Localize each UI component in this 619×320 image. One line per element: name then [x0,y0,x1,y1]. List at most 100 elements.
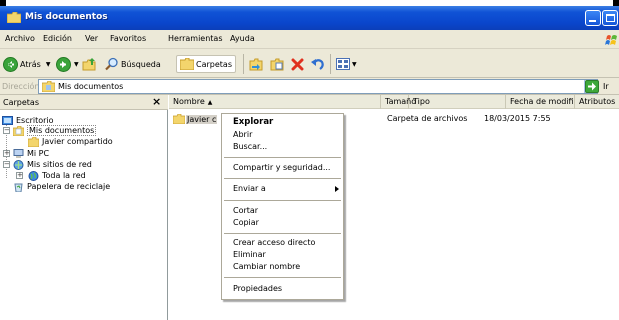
context-item-abrir[interactable]: Abrir [222,130,343,142]
tree-label: Javier compartido [42,137,113,146]
tree-label: Toda la red [42,171,86,180]
context-item-compartir[interactable]: Compartir y seguridad... [222,163,343,175]
address-label: Dirección [2,82,40,91]
windows-logo-icon [605,35,617,45]
maximize-button[interactable] [602,10,618,26]
tree-item-mis-sitios-de-red[interactable]: Mis sitios de red [13,159,92,170]
recycle-bin-icon [14,183,23,192]
menu-ayuda[interactable]: Ayuda [230,34,255,43]
address-value: Mis documentos [58,82,124,91]
window-title: Mis documentos [25,12,108,22]
column-header-fecha[interactable]: Fecha de modificación [506,95,575,109]
context-item-cortar[interactable]: Cortar [222,206,343,218]
menu-herramientas[interactable]: Herramientas [168,34,223,43]
toolbar: Atrás ▼ ▼ Búsqueda Carpetas ▼ [0,49,619,78]
documents-folder-icon [13,125,24,136]
forward-arrow-icon [56,56,71,72]
tree-label: Escritorio [16,116,54,125]
context-item-buscar[interactable]: Buscar... [222,142,343,154]
folder-icon [7,12,21,23]
menu-favoritos[interactable]: Favoritos [110,34,146,43]
undo-icon [311,58,324,70]
folders-icon [180,58,194,70]
back-dropdown-icon[interactable]: ▼ [46,61,51,68]
menu-separator [224,157,341,158]
file-name-cell[interactable]: Javier c [173,114,218,124]
context-item-eliminar[interactable]: Eliminar [222,250,343,262]
search-button[interactable]: Búsqueda [105,55,161,73]
menu-bar: Archivo Edición Ver Favoritos Herramient… [0,30,619,49]
maximize-icon [606,14,615,22]
menu-archivo[interactable]: Archivo [5,34,35,43]
column-label: Tipo [413,97,430,106]
forward-dropdown-icon[interactable]: ▼ [74,61,79,68]
menu-edicion[interactable]: Edición [43,34,72,43]
copy-to-icon [270,58,284,71]
submenu-arrow-icon [335,186,339,192]
column-header-tipo[interactable]: Tipo [409,95,506,109]
search-icon [105,57,118,71]
views-button[interactable]: ▼ [336,55,357,73]
copy-to-button[interactable] [270,55,285,73]
tree-label: Mis sitios de red [27,160,92,169]
folder-up-icon [82,57,96,70]
context-item-propiedades[interactable]: Propiedades [222,284,343,296]
delete-button[interactable] [291,55,304,73]
expand-toggle[interactable]: + [3,150,10,157]
toolbar-separator [330,54,331,74]
context-item-copiar[interactable]: Copiar [222,218,343,230]
column-header-tamano[interactable]: Tamaño [381,95,416,109]
column-header-nombre[interactable]: Nombre ▲ [169,95,381,109]
collapse-toggle[interactable]: − [3,127,10,134]
close-pane-icon[interactable]: × [152,95,161,108]
tree-label: Papelera de reciclaje [27,182,111,191]
tree-item-papelera[interactable]: Papelera de reciclaje [13,181,110,192]
go-label: Ir [603,82,609,91]
tree-item-mi-pc[interactable]: Mi PC [13,148,49,159]
column-headers: Nombre▲ Tamaño Tipo Fecha de modificació… [169,95,619,109]
context-menu: Explorar Abrir Buscar... Compartir y seg… [221,113,344,300]
views-dropdown-icon[interactable]: ▼ [352,61,357,68]
tree-item-javier-compartido[interactable]: Javier compartido [28,136,113,147]
minimize-button[interactable] [585,10,601,26]
menu-separator [224,233,341,234]
move-to-button[interactable] [249,55,264,73]
undo-button[interactable] [311,55,325,73]
context-item-crear-acceso-directo[interactable]: Crear acceso directo [222,238,343,250]
column-label: Atributos [579,97,616,106]
expand-toggle[interactable]: + [16,172,23,179]
file-type: Carpeta de archivos [387,114,468,123]
collapse-toggle[interactable]: − [3,161,10,168]
menu-separator [224,200,341,201]
go-button[interactable]: Ir [585,79,619,94]
folder-icon [173,114,185,124]
move-to-icon [249,58,263,71]
column-label: Fecha de modificación [510,97,574,106]
views-grid-icon [336,58,350,70]
folders-pane: Carpetas × Escritorio − Mis documentos J… [0,95,168,320]
context-item-explorar[interactable]: Explorar [222,117,343,129]
minimize-icon [589,20,596,22]
back-button[interactable]: Atrás ▼ [3,55,50,73]
folders-toggle-button[interactable]: Carpetas [176,55,236,73]
folder-icon [42,81,55,92]
column-header-atributos[interactable]: Atributos [575,95,619,109]
up-button[interactable] [82,55,97,73]
globe-icon [28,170,39,181]
tree-item-toda-la-red[interactable]: Toda la red [28,170,86,181]
title-bar[interactable]: Mis documentos [0,6,619,30]
tree-item-mis-documentos[interactable]: Mis documentos [13,125,97,136]
menu-ver[interactable]: Ver [85,34,98,43]
forward-button[interactable]: ▼ [56,55,79,73]
back-arrow-icon [3,56,18,72]
folders-pane-header: Carpetas × [0,95,168,110]
shared-folder-icon [28,136,39,147]
tree-label: Mi PC [27,149,50,158]
context-item-enviar-a[interactable]: Enviar a [222,184,343,196]
context-item-cambiar-nombre[interactable]: Cambiar nombre [222,262,343,274]
computer-icon [13,148,24,158]
file-name: Javier c [186,114,218,124]
context-item-label: Enviar a [233,184,266,193]
address-field[interactable]: Mis documentos [38,79,598,94]
folders-label: Carpetas [196,59,232,69]
